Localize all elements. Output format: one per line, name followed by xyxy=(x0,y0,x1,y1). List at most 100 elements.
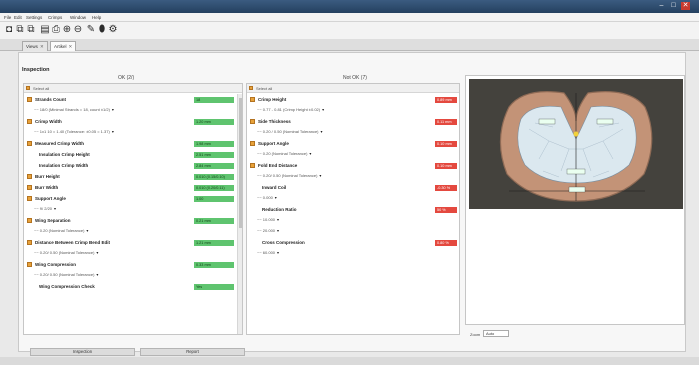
menu-window[interactable]: Window xyxy=(70,15,86,20)
new-icon[interactable]: ⧉ xyxy=(15,25,25,35)
checkbox-icon[interactable] xyxy=(27,174,32,179)
result-row[interactable]: Fold End Distance xyxy=(250,162,432,169)
measurement-value: 0.010 (0.15/0.10) xyxy=(194,174,234,180)
dropdown-icon[interactable]: ▾ xyxy=(277,217,279,222)
result-row[interactable]: Insulation Crimp Height xyxy=(27,151,191,158)
maximize-button[interactable]: □ xyxy=(669,2,678,10)
dropdown-icon[interactable]: ▾ xyxy=(322,107,324,112)
checkbox-icon[interactable] xyxy=(27,97,32,102)
settings-icon[interactable]: ⚙ xyxy=(108,25,118,35)
checkbox-icon[interactable] xyxy=(249,86,253,90)
tools-icon[interactable]: ✎ xyxy=(86,25,96,35)
minimize-button[interactable]: – xyxy=(657,2,666,10)
dropdown-icon[interactable]: ▾ xyxy=(277,250,279,255)
tolerance-row[interactable]: ~~ 60.000 ▾ xyxy=(257,250,279,257)
checkbox-icon[interactable] xyxy=(26,86,30,90)
result-row[interactable]: Crimp Width xyxy=(27,118,191,125)
camera-icon[interactable]: ◘ xyxy=(4,25,14,35)
checkbox-icon[interactable] xyxy=(27,185,32,190)
dropdown-icon[interactable]: ▾ xyxy=(319,173,321,178)
tab-artikel[interactable]: Artikel ✕ xyxy=(50,41,77,51)
tolerance-row[interactable]: ~~ 0.20 (Nominal Tolerance) ▾ xyxy=(257,151,311,158)
menu-edit[interactable]: Edit xyxy=(14,15,22,20)
result-row[interactable]: Measured Crimp Width xyxy=(27,140,191,147)
tab-views[interactable]: Views ✕ xyxy=(22,41,48,51)
result-row[interactable]: Inward Coil xyxy=(250,184,432,191)
select-all-row[interactable]: Select all xyxy=(24,84,242,93)
checkbox-icon[interactable] xyxy=(27,218,32,223)
close-icon[interactable]: ✕ xyxy=(40,44,44,49)
measure-icon[interactable]: ⬮ xyxy=(97,25,107,35)
result-row[interactable]: Strands Count xyxy=(27,96,191,103)
select-all-row[interactable]: Select all xyxy=(247,84,459,93)
result-row[interactable]: Distance Between Crimp Bend Edit xyxy=(27,239,191,246)
checkbox-icon[interactable] xyxy=(250,119,255,124)
checkbox-icon[interactable] xyxy=(27,119,32,124)
zoom-in-icon[interactable]: ⊕ xyxy=(62,25,72,35)
save-icon[interactable]: ▤ xyxy=(40,25,50,35)
result-row[interactable]: Cross Compression xyxy=(250,239,432,246)
tolerance-row[interactable]: ~~ 1x1 10 = 1.40 (Tolerance: ±0.05 = 1.3… xyxy=(34,129,114,136)
dropdown-icon[interactable]: ▾ xyxy=(309,151,311,156)
checkbox-icon[interactable] xyxy=(27,141,32,146)
tolerance-row[interactable]: ~~ 0.20/ 0.50 (Nominal Tolerance) ▾ xyxy=(257,173,321,180)
select-all-label: Select all xyxy=(256,86,273,91)
inspection-button[interactable]: Inspection xyxy=(30,348,135,356)
zoom-out-icon[interactable]: ⊖ xyxy=(73,25,83,35)
close-icon[interactable]: ✕ xyxy=(69,44,73,49)
scrollbar-thumb[interactable] xyxy=(239,98,242,228)
tolerance-row[interactable]: ~~ 18/0 (Minimal Strands = 18, count ±1/… xyxy=(34,107,114,114)
result-row[interactable]: Support Angle xyxy=(250,140,432,147)
tolerance-row[interactable]: ~~ 0.000 ▾ xyxy=(257,195,277,202)
tolerance-row[interactable]: ~~ 0.77 - 0.81 (Crimp Height ±0.02) ▾ xyxy=(257,107,324,114)
tolerance-row[interactable]: ~~ 10.000 ▾ xyxy=(257,217,279,224)
result-row[interactable]: Reduction Ratio xyxy=(250,206,432,213)
tolerance-row[interactable]: ~~ 20.000 ▾ xyxy=(257,228,279,235)
dropdown-icon[interactable]: ▾ xyxy=(96,250,98,255)
crimp-cross-section-image[interactable] xyxy=(469,79,683,209)
checkbox-icon[interactable] xyxy=(27,196,32,201)
dropdown-icon[interactable]: ▾ xyxy=(86,228,88,233)
dropdown-icon[interactable]: ▾ xyxy=(112,129,114,134)
dropdown-icon[interactable]: ▾ xyxy=(275,195,277,200)
checkbox-icon[interactable] xyxy=(250,141,255,146)
menu-file[interactable]: File xyxy=(4,15,11,20)
dropdown-icon[interactable]: ▾ xyxy=(96,272,98,277)
checkbox-icon[interactable] xyxy=(250,163,255,168)
result-row[interactable]: Wing Separation xyxy=(27,217,191,224)
report-button[interactable]: Report xyxy=(140,348,245,356)
tolerance-row[interactable]: ~~ 0.20/ 0.50 (Nominal Tolerance) ▾ xyxy=(34,250,98,257)
menu-help[interactable]: Help xyxy=(92,15,101,20)
tolerance-row[interactable]: ~~ 0.20 (Nominal Tolerance) ▾ xyxy=(34,228,88,235)
result-row[interactable]: Burr Width xyxy=(27,184,191,191)
result-row[interactable]: Support Angle xyxy=(27,195,191,202)
print-icon[interactable]: ⎙ xyxy=(51,25,61,35)
tolerance-row[interactable]: ~~ 9/ 2/20 ▾ xyxy=(34,206,56,213)
dropdown-icon[interactable]: ▾ xyxy=(321,129,323,134)
result-row[interactable]: Insulation Crimp Width xyxy=(27,162,191,169)
result-row[interactable]: Side Thickness xyxy=(250,118,432,125)
result-row[interactable]: Burr Height xyxy=(27,173,191,180)
checkbox-icon[interactable] xyxy=(27,262,32,267)
tolerance-text: ~~ 18/0 (Minimal Strands = 18, count ±1/… xyxy=(34,107,110,112)
result-row[interactable]: Crimp Height xyxy=(250,96,432,103)
result-row[interactable]: Wing Compression xyxy=(27,261,191,268)
menu-crimps[interactable]: Crimps xyxy=(48,15,62,20)
scrollbar[interactable] xyxy=(237,94,242,334)
checkbox-icon[interactable] xyxy=(250,97,255,102)
toolbar: ◘ ⧉ ⧉ ▤ ⎙ ⊕ ⊖ ✎ ⬮ ⚙ xyxy=(0,22,699,39)
dropdown-icon[interactable]: ▾ xyxy=(277,228,279,233)
tolerance-row[interactable]: ~~ 0.20 / 0.50 (Nominal Tolerance) ▾ xyxy=(257,129,323,136)
zoom-select[interactable]: Auto xyxy=(483,330,509,337)
tolerance-text: ~~ 0.20 (Nominal Tolerance) xyxy=(34,228,85,233)
close-window-button[interactable]: ✕ xyxy=(681,2,690,10)
menu-settings[interactable]: Settings xyxy=(26,15,42,20)
result-row[interactable]: Wing Compression Check xyxy=(27,283,191,290)
open-icon[interactable]: ⧉ xyxy=(26,25,36,35)
dropdown-icon[interactable]: ▾ xyxy=(112,107,114,112)
dropdown-icon[interactable]: ▾ xyxy=(54,206,56,211)
checkbox-icon[interactable] xyxy=(27,240,32,245)
tolerance-text: ~~ 1x1 10 = 1.40 (Tolerance: ±0.05 = 1.3… xyxy=(34,129,110,134)
tolerance-row[interactable]: ~~ 0.20/ 0.50 (Nominal Tolerance) ▾ xyxy=(34,272,98,279)
status-bar xyxy=(0,357,699,365)
